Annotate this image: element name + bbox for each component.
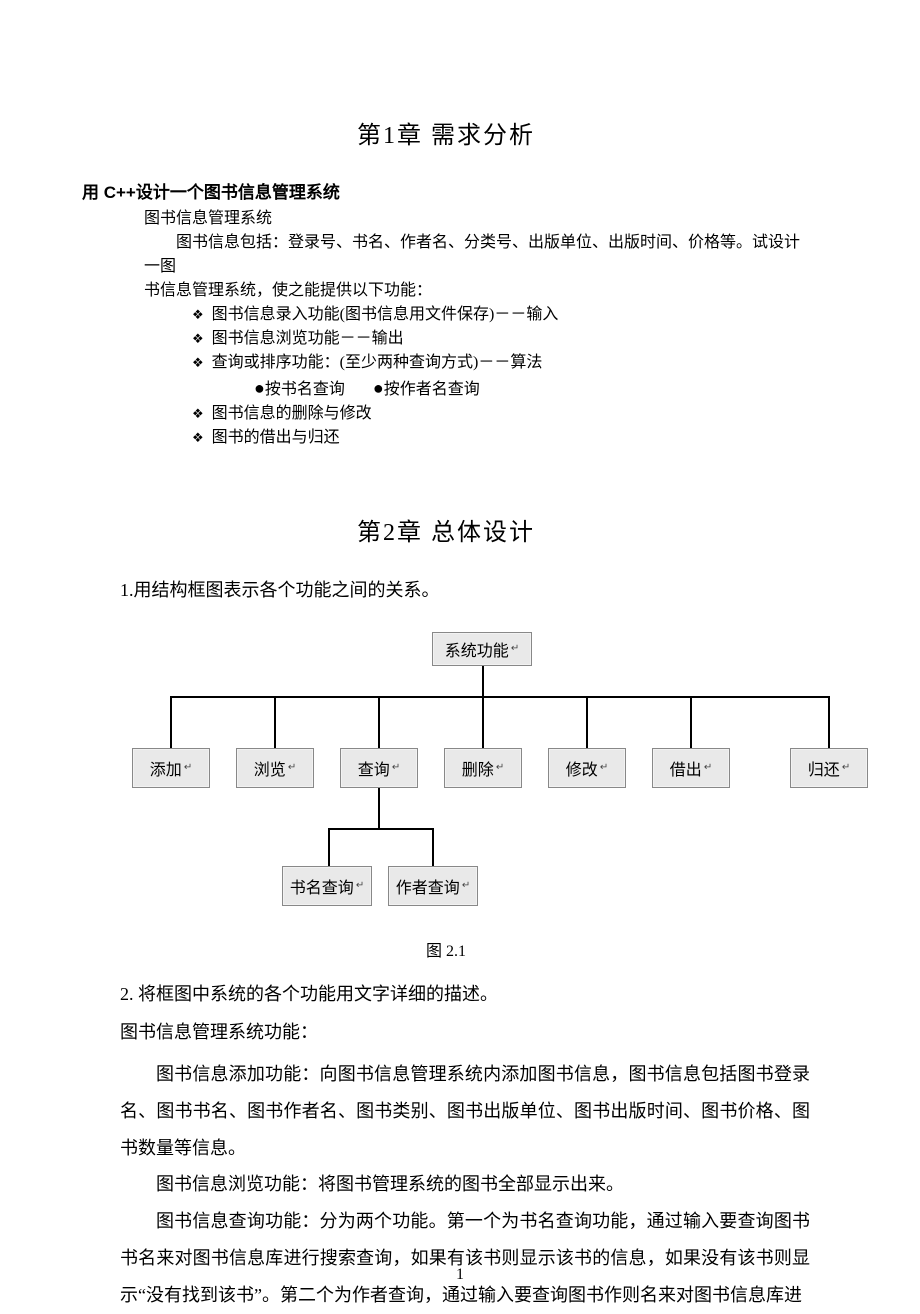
list-item: ❖ 查询或排序功能：(至少两种查询方式)－－算法 (192, 351, 810, 375)
connector (170, 696, 172, 748)
connector (328, 828, 434, 830)
tree-node-root: 系统功能↵ (432, 632, 532, 666)
connector (328, 828, 330, 866)
connector (432, 828, 434, 866)
connector (378, 788, 380, 828)
return-mark-icon: ↵ (704, 762, 712, 773)
text-line: 图书信息管理系统功能： (82, 1017, 810, 1048)
connector (274, 696, 276, 748)
sub-bullet-b: 按作者名查询 (384, 381, 480, 398)
node-label: 修改 (566, 756, 598, 780)
list-item-text: 图书信息的删除与修改 (212, 402, 372, 426)
connector (482, 696, 484, 748)
node-label: 删除 (462, 756, 494, 780)
tree-node: 修改↵ (548, 748, 626, 788)
tree-node: 作者查询↵ (388, 866, 478, 906)
list-item: ❖ 图书的借出与归还 (192, 426, 810, 450)
tree-node: 借出↵ (652, 748, 730, 788)
point2: 2. 将框图中系统的各个功能用文字详细的描述。 (82, 979, 810, 1010)
connector (170, 696, 830, 698)
diamond-icon: ❖ (192, 426, 204, 449)
list-item-text: 图书信息录入功能(图书信息用文件保存)－－输入 (212, 303, 559, 327)
tree-node-query: 查询↵ (340, 748, 418, 788)
diamond-icon: ❖ (192, 351, 204, 374)
diagram-wrap: 系统功能↵ 添加↵ 浏览↵ 查询↵ 删除↵ 修改↵ 借出↵ 归还↵ (122, 632, 810, 927)
list-item-text: 图书的借出与归还 (212, 426, 340, 450)
node-label: 查询 (358, 756, 390, 780)
chapter1-title: 第1章 需求分析 (82, 115, 810, 150)
sub-bullet-row: ●按书名查询 ●按作者名查询 (82, 375, 810, 402)
dot-icon: ● (373, 378, 384, 398)
list-item-text: 查询或排序功能：(至少两种查询方式)－－算法 (212, 351, 543, 375)
point1: 1.用结构框图表示各个功能之间的关系。 (82, 575, 810, 606)
node-label: 添加 (150, 756, 182, 780)
node-label: 借出 (670, 756, 702, 780)
paragraph: 图书信息添加功能：向图书信息管理系统内添加图书信息，图书信息包括图书登录名、图书… (82, 1056, 810, 1167)
node-label: 浏览 (254, 756, 286, 780)
diamond-icon: ❖ (192, 402, 204, 425)
node-label: 归还 (808, 756, 840, 780)
return-mark-icon: ↵ (842, 762, 850, 773)
connector (586, 696, 588, 748)
bullet-list: ❖ 图书信息的删除与修改 ❖ 图书的借出与归还 (82, 402, 810, 450)
tree-node: 归还↵ (790, 748, 868, 788)
connector (690, 696, 692, 748)
tree-node: 删除↵ (444, 748, 522, 788)
return-mark-icon: ↵ (184, 762, 192, 773)
dot-icon: ● (254, 378, 265, 398)
paragraph: 图书信息浏览功能：将图书管理系统的图书全部显示出来。 (82, 1166, 810, 1203)
figure-caption: 图 2.1 (82, 937, 810, 961)
return-mark-icon: ↵ (356, 880, 364, 891)
return-mark-icon: ↵ (511, 643, 519, 654)
node-label: 系统功能 (445, 637, 509, 661)
tree-node: 书名查询↵ (282, 866, 372, 906)
page-number: 1 (0, 1266, 920, 1284)
list-item: ❖ 图书信息浏览功能－－输出 (192, 327, 810, 351)
chapter2-title: 第2章 总体设计 (82, 512, 810, 547)
tree-node: 添加↵ (132, 748, 210, 788)
node-label: 作者查询 (396, 874, 460, 898)
paragraph: 图书信息查询功能：分为两个功能。第一个为书名查询功能，通过输入要查询图书书名来对… (82, 1203, 810, 1314)
tree-node: 浏览↵ (236, 748, 314, 788)
list-item-text: 图书信息浏览功能－－输出 (212, 327, 404, 351)
diamond-icon: ❖ (192, 327, 204, 350)
connector (378, 696, 380, 748)
bullet-list: ❖ 图书信息录入功能(图书信息用文件保存)－－输入 ❖ 图书信息浏览功能－－输出… (82, 303, 810, 375)
diamond-icon: ❖ (192, 303, 204, 326)
return-mark-icon: ↵ (462, 880, 470, 891)
return-mark-icon: ↵ (496, 762, 504, 773)
node-label: 书名查询 (290, 874, 354, 898)
return-mark-icon: ↵ (392, 762, 400, 773)
return-mark-icon: ↵ (288, 762, 296, 773)
connector (482, 666, 484, 696)
return-mark-icon: ↵ (600, 762, 608, 773)
sub-bullet-a: 按书名查询 (265, 381, 345, 398)
text-line: 书信息管理系统，使之能提供以下功能： (82, 279, 810, 303)
connector (828, 696, 830, 748)
text-line: 图书信息管理系统 (82, 207, 810, 231)
list-item: ❖ 图书信息的删除与修改 (192, 402, 810, 426)
text-line: 图书信息包括：登录号、书名、作者名、分类号、出版单位、出版时间、价格等。试设计一… (82, 231, 810, 279)
list-item: ❖ 图书信息录入功能(图书信息用文件保存)－－输入 (192, 303, 810, 327)
chapter1-heading: 用 C++设计一个图书信息管理系统 (82, 178, 810, 203)
tree-diagram: 系统功能↵ 添加↵ 浏览↵ 查询↵ 删除↵ 修改↵ 借出↵ 归还↵ (122, 632, 862, 927)
